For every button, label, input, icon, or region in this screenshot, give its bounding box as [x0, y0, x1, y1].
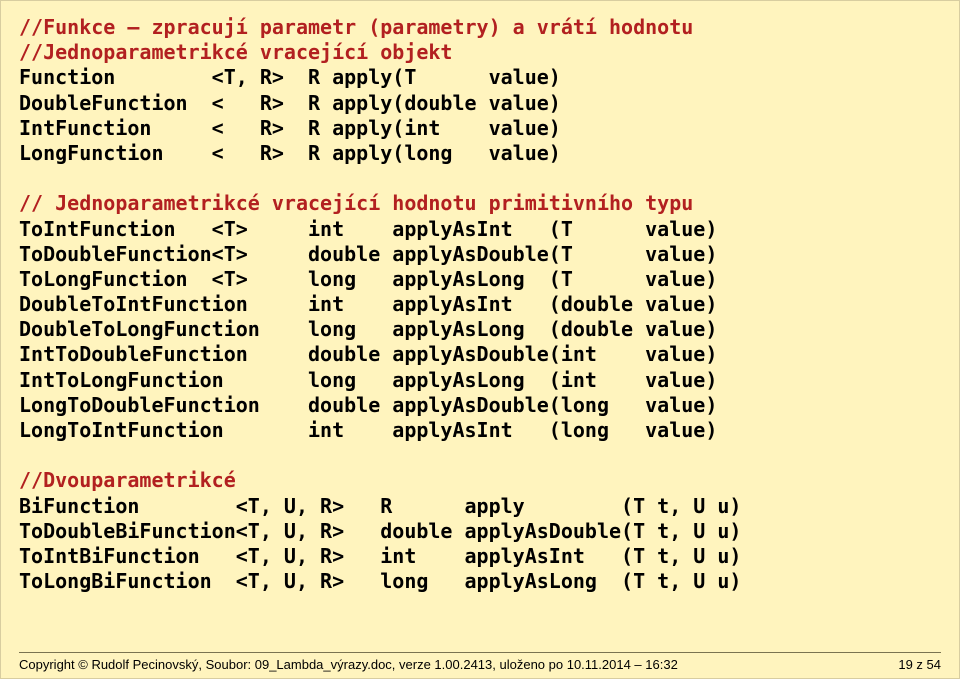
footer: Copyright © Rudolf Pecinovský, Soubor: 0… [19, 652, 941, 672]
footer-page: 19 z 54 [898, 657, 941, 672]
slide: //Funkce – zpracují parametr (parametry)… [0, 0, 960, 679]
code-block: //Funkce – zpracují parametr (parametry)… [19, 15, 941, 594]
footer-copyright: Copyright © Rudolf Pecinovský, Soubor: 0… [19, 657, 678, 672]
